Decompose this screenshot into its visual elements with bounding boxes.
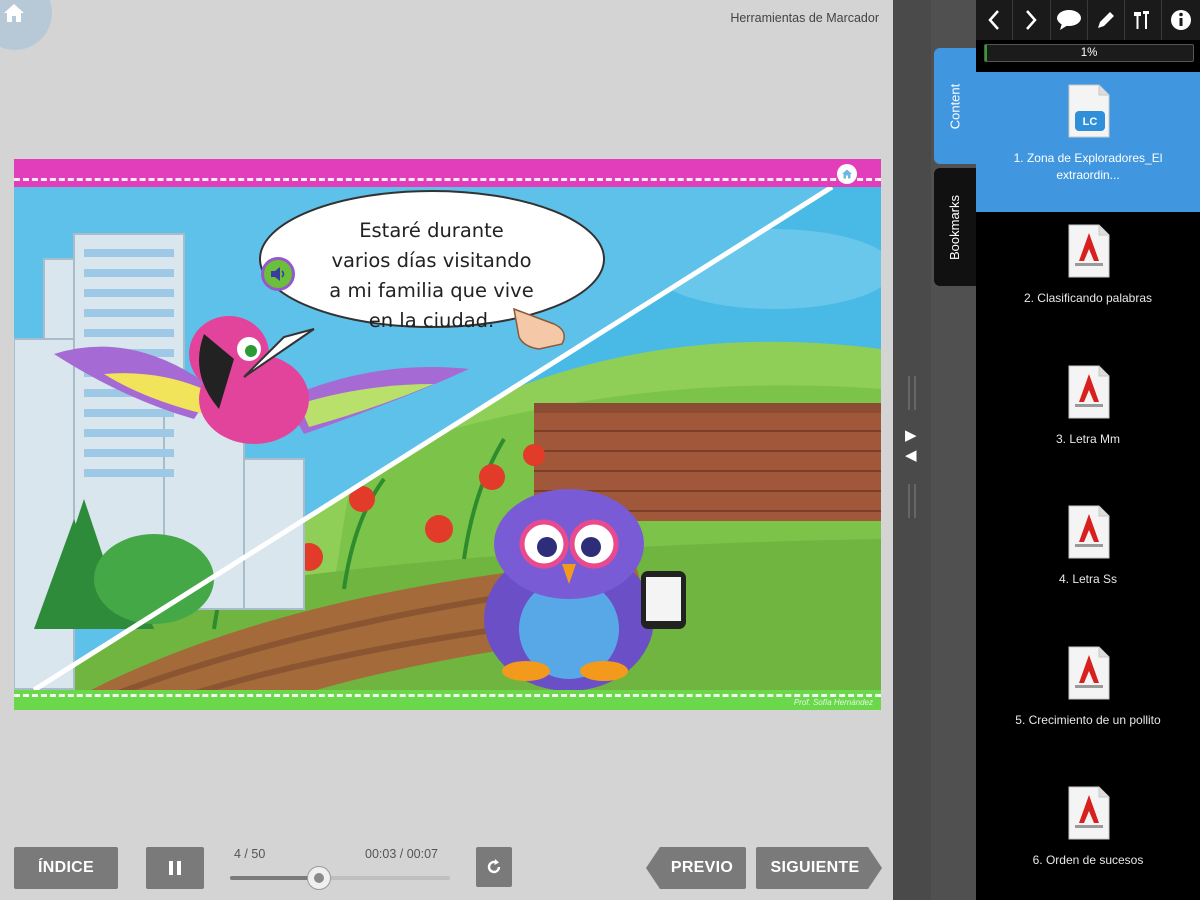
slide-canvas: Estaré durante varios días visitando a m…: [14, 159, 881, 710]
chevron-right-icon: [1026, 10, 1038, 30]
home-button[interactable]: [0, 0, 52, 50]
previous-button[interactable]: PREVIO: [646, 847, 746, 889]
badge-text: LC: [1083, 116, 1098, 128]
course-player: Herramientas de Marcador Estaré durante …: [0, 0, 893, 900]
collapse-toggle[interactable]: ▶ ◀: [905, 426, 917, 466]
pause-button[interactable]: [146, 847, 204, 889]
slide-top-border: [14, 159, 881, 187]
content-item[interactable]: 2. Clasificando palabras: [976, 212, 1200, 353]
index-button[interactable]: ÍNDICE: [14, 847, 118, 889]
pause-icon: [169, 861, 181, 875]
tools-button[interactable]: [1125, 0, 1163, 40]
marker-tools-link[interactable]: Herramientas de Marcador: [730, 11, 879, 25]
speaker-button[interactable]: [261, 257, 295, 291]
splitter-grip: [908, 484, 916, 518]
back-button[interactable]: [976, 0, 1014, 40]
pdf-icon: [1068, 646, 1110, 700]
splitter-grip: [908, 376, 916, 410]
completion-bar: 1%: [984, 44, 1194, 62]
info-icon: [1171, 10, 1192, 30]
content-item-label: 3. Letra Mm: [1055, 431, 1121, 446]
content-item-label: 2. Clasificando palabras: [1023, 291, 1153, 305]
home-icon: [4, 4, 24, 22]
annotate-button[interactable]: [1088, 0, 1126, 40]
replay-button[interactable]: [476, 847, 512, 887]
content-list: LC 1. Zona de Exploradores_El extraordin.…: [976, 72, 1200, 900]
slide-credit: Prof. Sofía Hernández: [793, 698, 873, 707]
pencil-icon: [1098, 12, 1115, 28]
completion-text: 1%: [1080, 47, 1098, 59]
content-item-label: 1. Zona de Exploradores_El extraordin...: [1013, 151, 1163, 182]
next-button[interactable]: SIGUIENTE: [756, 847, 882, 889]
content-item[interactable]: LC 1. Zona de Exploradores_El extraordin.…: [976, 72, 1200, 212]
arrow-right-icon: ▶: [905, 427, 917, 444]
slide-home-button[interactable]: [837, 164, 857, 184]
seek-fill: [230, 876, 318, 880]
slide-bottom-border: [14, 690, 881, 710]
tab-label: Bookmarks: [947, 194, 963, 260]
content-item-label: 6. Orden de sucesos: [1032, 853, 1144, 868]
speech-text: Estaré durante varios días visitando a m…: [329, 219, 534, 332]
content-item[interactable]: 4. Letra Ss: [976, 493, 1200, 634]
seek-handle[interactable]: [307, 866, 331, 890]
tab-bookmarks[interactable]: Bookmarks: [934, 168, 976, 286]
info-button[interactable]: [1162, 0, 1199, 40]
tab-content[interactable]: Content: [934, 48, 976, 164]
chevron-left-icon: [988, 10, 1000, 30]
speaker-icon: [271, 267, 285, 281]
content-item[interactable]: 3. Letra Mm: [976, 353, 1200, 494]
tools-icon: [1134, 11, 1150, 29]
pdf-icon: [1068, 786, 1110, 840]
content-item[interactable]: 6. Orden de sucesos: [976, 774, 1200, 900]
pdf-icon: [1068, 505, 1110, 559]
comment-icon: [1056, 10, 1081, 30]
tab-label: Content: [947, 83, 963, 129]
panel-toolbar: [976, 0, 1200, 40]
comment-button[interactable]: [1051, 0, 1088, 40]
sidebar-tabs: Content Bookmarks: [931, 0, 976, 900]
home-icon: [842, 169, 852, 179]
forward-button[interactable]: [1013, 0, 1051, 40]
speech-bubble: Estaré durante varios días visitando a m…: [259, 192, 604, 332]
content-item-label: 5. Crecimiento de un pollito: [1015, 712, 1161, 727]
content-panel: 1% LC 1. Zona de Exploradores_El extraord…: [976, 0, 1200, 900]
time-display: 00:03 / 00:07: [365, 847, 438, 861]
document-icon: LC: [1068, 84, 1110, 138]
pdf-icon: [1068, 365, 1110, 419]
content-item-label: 4. Letra Ss: [1058, 572, 1118, 587]
slide-counter: 4 / 50: [234, 847, 266, 861]
replay-icon: [487, 859, 501, 874]
pdf-icon: [1068, 224, 1110, 278]
arrow-left-icon: ◀: [905, 447, 917, 464]
content-item[interactable]: 5. Crecimiento de un pollito: [976, 634, 1200, 775]
